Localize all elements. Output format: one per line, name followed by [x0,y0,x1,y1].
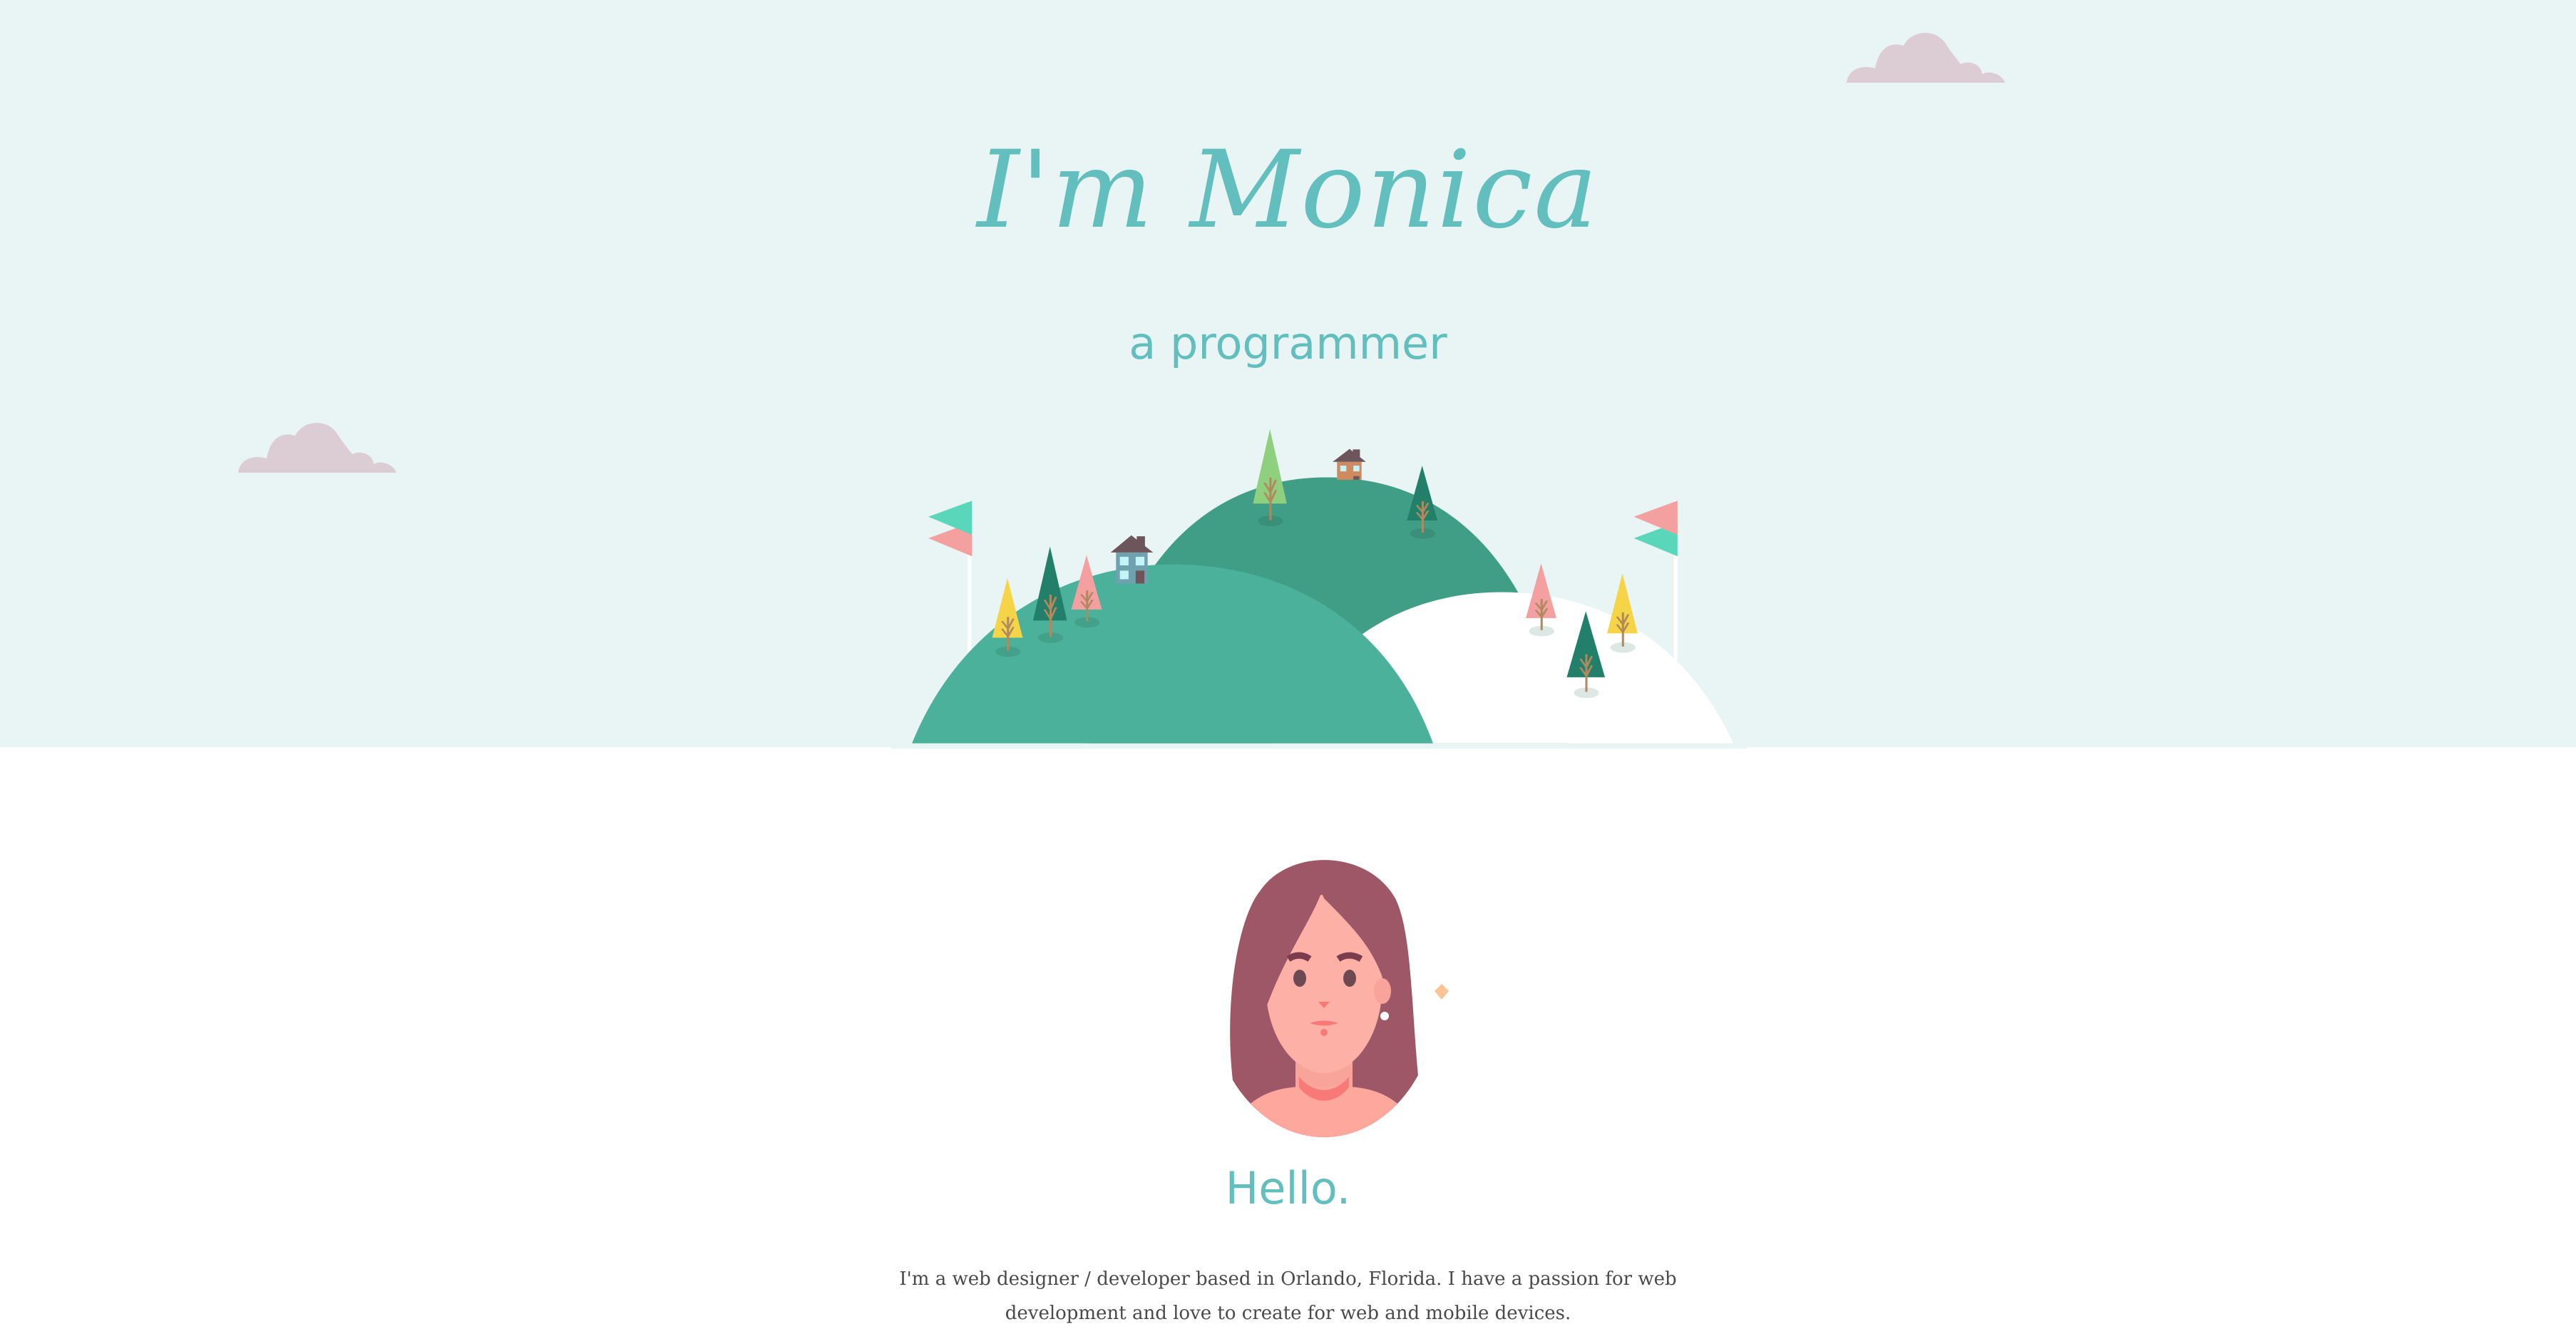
cloud-icon [1847,33,2005,83]
sparkle-icon [1435,984,1449,1000]
avatar [1224,860,1449,1137]
hero-subtitle: a programmer [1129,317,1447,369]
about-heading: Hello. [1225,1162,1351,1214]
hills-illustration [891,429,1747,749]
house-icon [1110,535,1154,584]
flag-left-icon [928,501,973,656]
house-icon [1333,448,1366,480]
cloud-icon [238,423,396,473]
hero-title: I'm Monica [977,128,1599,252]
about-bio: I'm a web designer / developer based in … [899,1268,1677,1324]
hero-section: I'm Monica a programmer [0,0,2576,749]
